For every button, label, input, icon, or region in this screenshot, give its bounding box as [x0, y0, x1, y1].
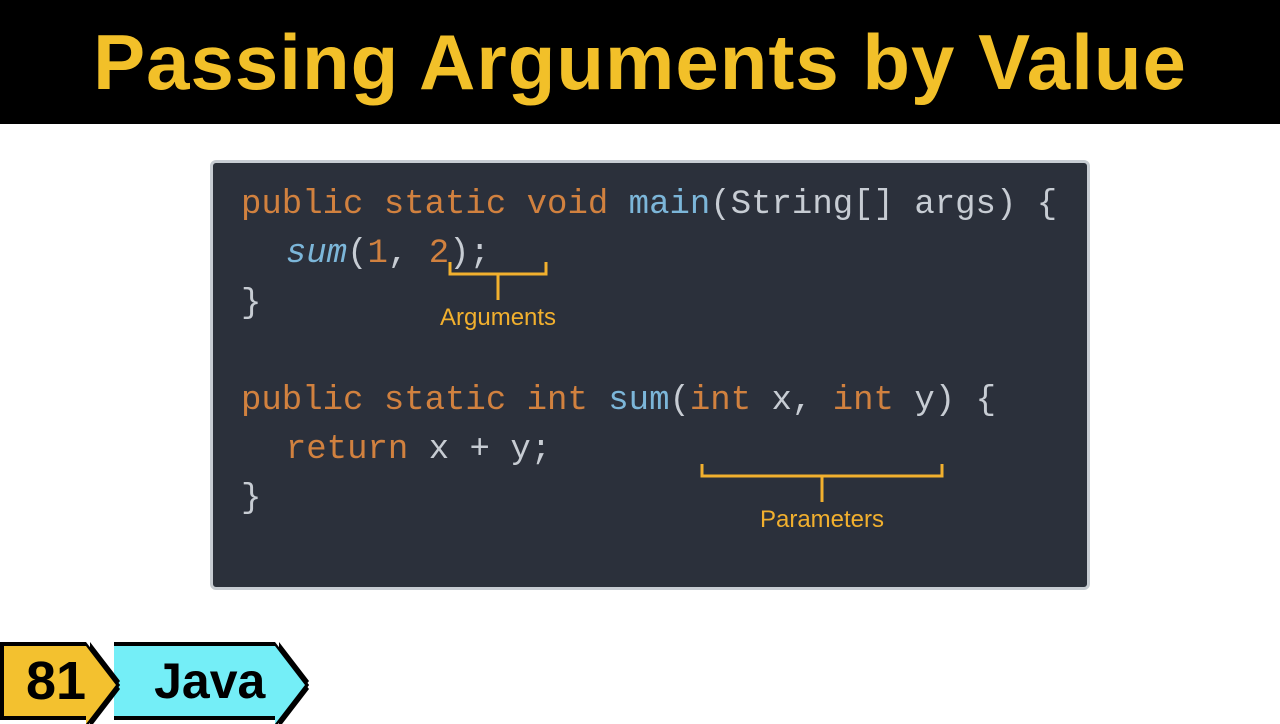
code-line-3: } — [241, 280, 1059, 329]
method-name: sum — [608, 382, 669, 420]
lesson-number: 81 — [26, 650, 86, 712]
language-name: Java — [154, 652, 265, 710]
bracket-icon — [700, 462, 944, 504]
keyword: public static int — [241, 382, 608, 420]
code-text: ) { — [935, 382, 996, 420]
param-name: y — [914, 382, 934, 420]
code-text: } — [241, 480, 261, 518]
code-text: ( — [669, 382, 689, 420]
keyword: public static void — [241, 186, 629, 224]
code-text: x + y; — [429, 431, 551, 469]
annotation-label: Arguments — [440, 304, 556, 332]
code-text: ( — [347, 235, 367, 273]
lesson-number-tab: 81 — [0, 642, 86, 720]
annotation-parameters: Parameters — [700, 462, 944, 534]
type-keyword: int — [833, 382, 915, 420]
title-header: Passing Arguments by Value — [0, 0, 1280, 124]
param-name: x — [772, 382, 792, 420]
code-line-4: public static int sum(int x, int y) { — [241, 377, 1059, 426]
number-literal: 1 — [368, 235, 388, 273]
blank-line — [241, 329, 1059, 377]
code-line-1: public static void main(String[] args) { — [241, 181, 1059, 230]
annotation-label: Parameters — [760, 506, 884, 534]
title-text: Passing Arguments by Value — [93, 17, 1187, 108]
code-text: , — [792, 382, 833, 420]
language-tab: Java — [114, 642, 275, 720]
code-text: } — [241, 285, 261, 323]
code-card: public static void main(String[] args) {… — [210, 160, 1090, 590]
annotation-arguments: Arguments — [440, 260, 556, 332]
code-line-2: sum(1, 2); — [241, 230, 1059, 279]
bracket-icon — [448, 260, 548, 302]
code-text: , — [388, 235, 429, 273]
code-text: (String[] args) { — [710, 186, 1057, 224]
method-name: main — [629, 186, 711, 224]
method-call: sum — [286, 235, 347, 273]
keyword: return — [286, 431, 429, 469]
type-keyword: int — [690, 382, 772, 420]
footer-tabs: 81 Java — [0, 634, 275, 720]
